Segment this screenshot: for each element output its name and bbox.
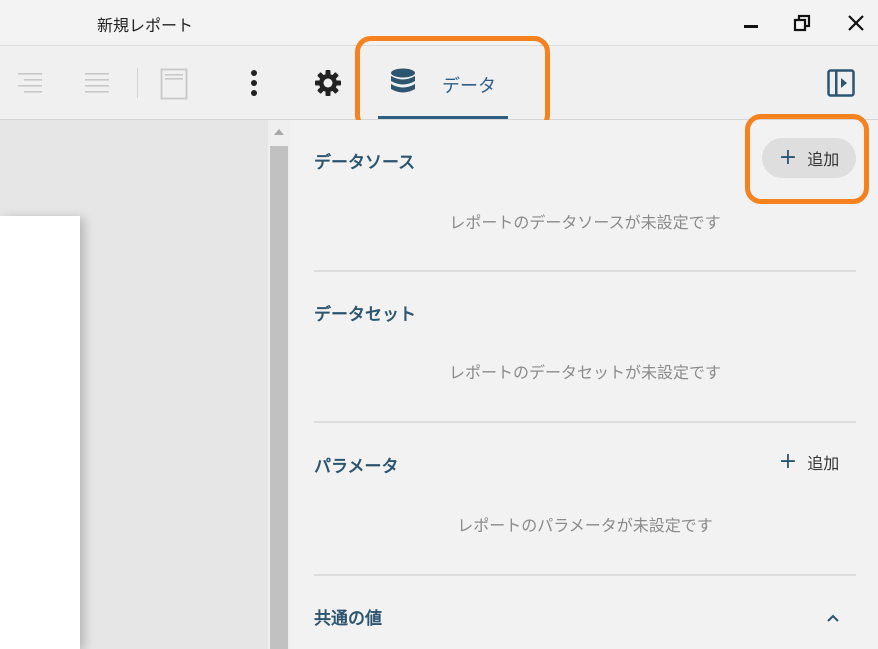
parameters-title: パラメータ — [314, 457, 399, 477]
report-canvas — [0, 120, 268, 649]
scroll-up-arrow-icon[interactable] — [274, 129, 284, 135]
minimize-icon[interactable] — [739, 10, 765, 36]
align-right-icon[interactable] — [16, 70, 44, 100]
section-common-values[interactable]: 共通の値 — [314, 576, 856, 649]
add-parameter-label: 追加 — [807, 454, 840, 473]
add-button-highlight — [745, 114, 869, 204]
more-vertical-icon[interactable] — [246, 68, 262, 102]
add-parameter-button[interactable]: + 追加 — [762, 442, 856, 482]
chevron-up-icon[interactable] — [826, 608, 840, 627]
page-icon[interactable] — [160, 68, 188, 104]
data-sources-title: データソース — [314, 153, 416, 173]
data-sources-empty-text: レポートのデータソースが未設定です — [449, 213, 721, 232]
align-justify-icon[interactable] — [83, 70, 111, 100]
gear-icon[interactable] — [313, 68, 343, 102]
report-page — [0, 216, 80, 649]
toolbar-separator — [137, 68, 138, 98]
restore-icon[interactable] — [790, 10, 816, 36]
window-title: 新規レポート — [97, 16, 194, 35]
close-icon[interactable] — [843, 10, 869, 36]
section-divider — [314, 421, 856, 423]
section-datasets: データセット レポートのデータセットが未設定です — [314, 272, 856, 424]
panel-toggle-icon[interactable] — [827, 69, 855, 101]
tab-data-highlight — [355, 36, 550, 131]
common-values-title: 共通の値 — [314, 609, 382, 629]
plus-icon: + — [778, 449, 798, 474]
canvas-scrollbar[interactable] — [268, 120, 290, 649]
datasets-empty-text: レポートのデータセットが未設定です — [448, 363, 721, 382]
parameters-empty-text: レポートのパラメータが未設定です — [457, 516, 713, 535]
datasets-title: データセット — [314, 305, 416, 325]
section-parameters: パラメータ + 追加 レポートのパラメータが未設定です — [314, 424, 856, 576]
scroll-thumb[interactable] — [270, 146, 288, 649]
